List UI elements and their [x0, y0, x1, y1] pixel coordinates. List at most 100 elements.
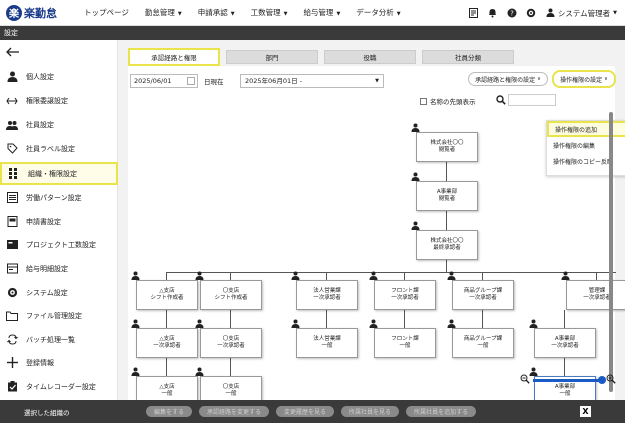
org-node[interactable]: 株式会社〇〇 最終承認者 [411, 221, 478, 260]
org-node-role: 閲覧者 [438, 147, 456, 153]
sidebar-item[interactable]: システム設定 [0, 281, 118, 304]
route-settings-button[interactable]: 承認経路と権限の設定 ∨ [468, 72, 548, 86]
document-icon [6, 216, 18, 228]
tab-employee-class[interactable]: 社員分類 [422, 50, 514, 64]
menu-approval[interactable]: 申請承認 ▼ [198, 7, 235, 18]
org-node[interactable]: フロント課 一般 [369, 319, 436, 358]
search-icon[interactable] [496, 95, 506, 105]
tab-bar: 承認経路と権限 部門 役職 社員分類 [128, 48, 520, 66]
org-node-role: 一般 [477, 343, 489, 349]
change-route-button[interactable]: 承認経路を変更する [199, 406, 270, 417]
tab-approval-route[interactable]: 承認経路と権限 [128, 48, 220, 66]
vertical-scrollbar[interactable] [609, 112, 613, 392]
current-label: 日現在 [204, 78, 224, 86]
person-icon [6, 71, 18, 83]
person-icon [131, 367, 140, 376]
sidebar-item[interactable]: プロジェクト工数設定 [0, 233, 118, 256]
sidebar-item[interactable]: 組織・権限設定 [0, 162, 118, 185]
selected-org-label: 選択した組織の [24, 408, 70, 417]
sidebar-item[interactable]: 社員ラベル設定 [0, 137, 118, 160]
user-icon [546, 8, 555, 19]
nav-right: ? システム管理者 ▼ [460, 0, 617, 26]
list-icon [6, 192, 18, 204]
tab-position[interactable]: 役職 [324, 50, 416, 64]
settings-sidebar: 個人設定 権限委譲設定社員設定社員ラベル設定 組織・権限設定 労働パターン設定 申請書設… [0, 40, 118, 400]
chevron-down-icon: ∨ [604, 76, 608, 82]
org-node[interactable]: 商品グループ課 一般 [447, 319, 514, 358]
menu-item-copy-permission[interactable]: 操作権限のコピー反映 [547, 153, 625, 169]
sidebar-item[interactable]: 登録情報 [0, 351, 118, 374]
sidebar-item[interactable]: 個人設定 [0, 65, 118, 88]
org-node[interactable]: 法人営業課 一次承認者 [291, 271, 358, 310]
excel-export-icon[interactable]: X [580, 406, 591, 417]
zoom-in-icon[interactable] [606, 374, 616, 386]
sidebar-item[interactable]: 社員設定 [0, 113, 118, 136]
org-node[interactable]: 法人営業課 一般 [291, 319, 358, 358]
sidebar-item-label: 給与明細設定 [26, 264, 68, 273]
head-display-checkbox[interactable] [420, 97, 427, 105]
sidebar-item[interactable]: 申請書設定 [0, 210, 118, 233]
sidebar-item[interactable]: タイムレコーダー設定 [0, 375, 118, 398]
user-menu[interactable]: システム管理者 ▼ [546, 8, 617, 19]
search-input[interactable] [508, 94, 556, 106]
menu-payroll[interactable]: 給与管理 ▼ [303, 7, 340, 18]
sidebar-item[interactable]: 給与明細設定 [0, 257, 118, 280]
history-button[interactable]: 変更履歴を見る [276, 406, 335, 417]
date-input[interactable]: 2025/06/01 [130, 74, 198, 88]
org-chart-panel: 株式会社〇〇 閲覧者 A事業部 閲覧者 株式会社〇〇 最終承認者 △支店 シフト作成者 〇支店シ… [128, 66, 625, 406]
logo-mark: 楽 [6, 4, 22, 21]
org-node-name: 法人営業課 [313, 288, 341, 294]
sidebar-item[interactable]: 労働パターン設定 [0, 186, 118, 209]
org-node[interactable]: 管理課 一次承認者 [561, 271, 625, 310]
org-node[interactable]: △支店 シフト作成者 [131, 271, 198, 310]
back-button[interactable] [0, 40, 117, 64]
org-node-role: 一般 [225, 391, 237, 397]
document-icon[interactable] [469, 8, 479, 18]
connector-line [166, 272, 616, 273]
org-node[interactable]: A事業部 閲覧者 [411, 172, 478, 211]
connector-line [230, 310, 231, 328]
org-node-name: フロント課 [391, 336, 419, 342]
arrows-icon [6, 95, 18, 107]
sidebar-item-label: 社員設定 [26, 120, 54, 129]
person-icon [529, 319, 538, 328]
help-icon[interactable]: ? [507, 8, 517, 18]
date-value: 2025/06/01 [134, 77, 172, 85]
menu-item-add-permission[interactable]: 操作権限の追加 [547, 121, 625, 137]
sidebar-item-label: システム設定 [26, 288, 68, 297]
permission-settings-button[interactable]: 操作権限の設定 ∨ [552, 70, 616, 88]
menu-manhour[interactable]: 工数管理 ▼ [251, 7, 288, 18]
menu-top[interactable]: トップページ [84, 7, 129, 18]
sidebar-item[interactable]: 権限委譲設定 [0, 89, 118, 112]
bell-icon[interactable] [488, 8, 498, 18]
calendar-icon[interactable] [187, 77, 195, 85]
org-node[interactable]: 〇支店 一次承認者 [195, 319, 262, 358]
sidebar-item[interactable]: ファイル管理設定 [0, 304, 118, 327]
recorder-icon [6, 381, 18, 393]
org-node[interactable]: 商品グループ課 一次承認者 [447, 271, 514, 310]
zoom-slider-handle[interactable] [598, 375, 606, 384]
app-logo[interactable]: 楽 楽勤怠 [6, 4, 72, 21]
org-node[interactable]: 〇支店 シフト作成者 [195, 271, 262, 310]
sidebar-item[interactable]: バッチ処理一覧 [0, 328, 118, 351]
edit-org-button[interactable]: 編集をする [146, 406, 193, 417]
menu-attendance[interactable]: 勤怠管理 ▼ [145, 7, 182, 18]
org-node[interactable]: フロント課 一次承認者 [369, 271, 436, 310]
view-members-button[interactable]: 所属社員を見る [341, 406, 400, 417]
org-node-name: △支店 [159, 288, 175, 294]
org-version-select[interactable]: 2025年06月01日 - ▼ [240, 74, 384, 88]
svg-text:?: ? [510, 10, 514, 18]
gear-icon[interactable] [526, 8, 536, 18]
menu-analysis[interactable]: データ分析 ▼ [356, 7, 400, 18]
zoom-slider[interactable] [533, 375, 606, 384]
zoom-out-icon[interactable] [520, 374, 530, 386]
tab-department[interactable]: 部門 [226, 50, 318, 64]
org-node[interactable]: 株式会社〇〇 閲覧者 [411, 123, 478, 162]
menu-label: トップページ [84, 8, 129, 17]
add-members-button[interactable]: 所属社員を追加する [406, 406, 477, 417]
head-display-toggle[interactable]: 名称の先頭表示 [420, 96, 476, 106]
person-icon [561, 271, 570, 280]
org-node[interactable]: A事業部 一次承認者 [529, 319, 596, 358]
menu-item-edit-permission[interactable]: 操作権限の編集 [547, 137, 625, 153]
org-node[interactable]: △支店 一次承認者 [131, 319, 198, 358]
